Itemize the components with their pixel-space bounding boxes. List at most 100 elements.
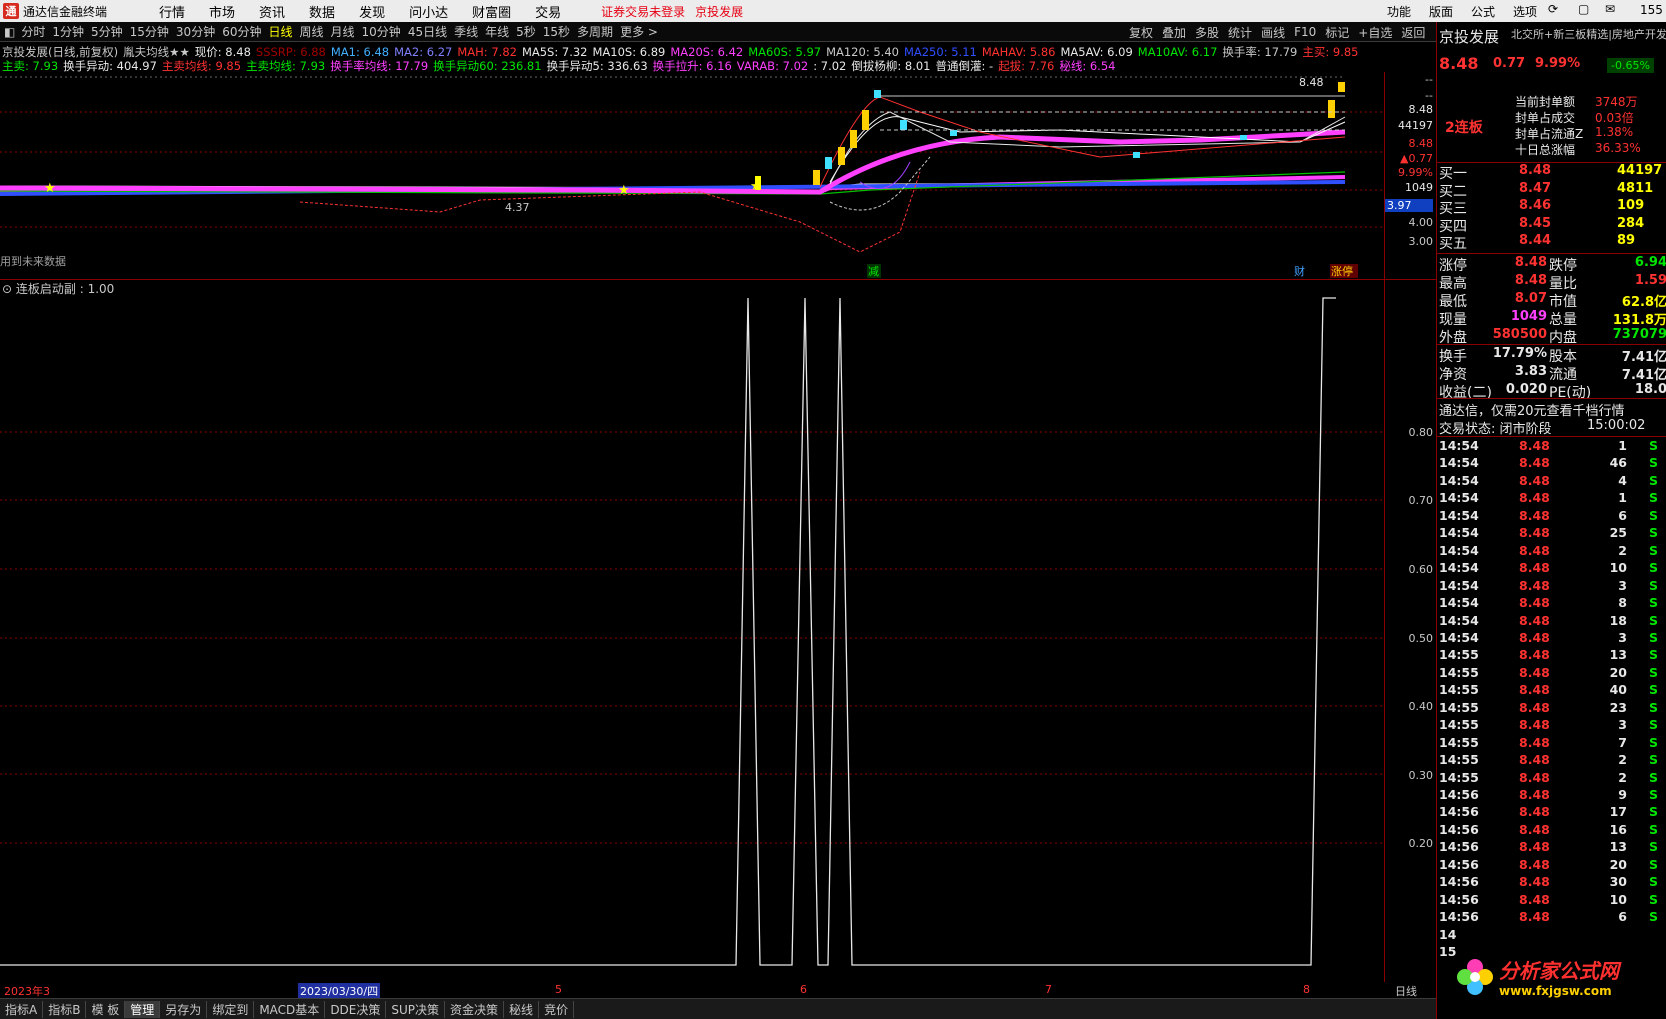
toolbar-3[interactable]: 统计 [1228, 24, 1252, 41]
stat-value: 62.8亿 [1621, 295, 1666, 310]
bottom-tab-0[interactable]: 指标A [0, 1000, 44, 1018]
layout-icon[interactable]: ◧ [4, 25, 15, 39]
bottom-tab-9[interactable]: 资金决策 [445, 1000, 505, 1018]
right-num: 155 [1640, 3, 1663, 17]
book-price: 8.44 [1519, 233, 1552, 248]
period-9[interactable]: 10分钟 [362, 23, 401, 40]
period-7[interactable]: 周线 [300, 23, 324, 40]
right-menu-1[interactable]: 版面 [1429, 3, 1453, 20]
menu-item-5[interactable]: 问小达 [409, 2, 448, 21]
info1-item: 京投发展(日线,前复权) [2, 45, 119, 58]
menu-item-6[interactable]: 财富圈 [472, 2, 511, 21]
toolbar-8[interactable]: 返回 [1401, 24, 1425, 41]
book-price: 8.45 [1519, 215, 1552, 231]
tick-row: 14:56 8.48 9 S [1437, 787, 1666, 804]
axis-label: 0.20 [1408, 837, 1434, 850]
trade-status-time: 15:00:02 [1587, 418, 1646, 433]
tick-volume: 13 [1609, 647, 1627, 663]
window-icon[interactable]: ▢ [1578, 2, 1589, 16]
tick-time: 14:55 [1439, 752, 1479, 768]
book-volume: 44197 [1617, 163, 1663, 178]
menu-item-0[interactable]: 行情 [159, 2, 185, 21]
seal-value: 0.03倍 [1595, 111, 1634, 125]
tick-price: 8.48 [1519, 699, 1550, 715]
tick-time: 14:54 [1439, 595, 1479, 611]
info1-item: 换手率: 17.79 [1222, 45, 1298, 58]
login-notice[interactable]: 证券交易未登录 [601, 3, 685, 20]
tick-row: 14:54 8.48 25 S [1437, 525, 1666, 542]
bottom-tab-1[interactable]: 指标B [43, 1000, 87, 1018]
bottom-tab-7[interactable]: DDE决策 [325, 1000, 387, 1018]
tick-time: 14:55 [1439, 717, 1479, 733]
mail-icon[interactable]: ✉ [1605, 2, 1615, 16]
seal-key: 封单占流通Z [1515, 127, 1584, 141]
info1-item: 现价: 8.48 [194, 45, 251, 58]
right-menu-3[interactable]: 选项 [1513, 3, 1537, 20]
bottom-tab-8[interactable]: SUP决策 [386, 1000, 446, 1018]
period-11[interactable]: 季线 [454, 23, 478, 40]
stat-key: 涨停 [1439, 258, 1467, 274]
menu-item-4[interactable]: 发现 [359, 2, 385, 21]
tick-row: 14:54 8.48 3 S [1437, 630, 1666, 647]
tick-side: S [1649, 490, 1659, 506]
tick-time: 14:54 [1439, 577, 1479, 593]
period-13[interactable]: 5秒 [516, 23, 536, 40]
watermark-site: 分析家公式网 [1499, 959, 1619, 983]
fund-value: 17.79% [1492, 346, 1547, 361]
kline-chart[interactable]: ★ ★ ★ 8.48 4.37 用到未来数据 减 财 涨停 [0, 72, 1385, 280]
period-6[interactable]: 日线 [268, 23, 292, 40]
period-15[interactable]: 多周期 [577, 23, 613, 40]
sub-indicator-chart[interactable] [0, 280, 1385, 980]
tick-price: 8.48 [1519, 769, 1550, 785]
stat-key: 最高 [1439, 276, 1467, 292]
tick-price: 8.48 [1519, 472, 1550, 488]
x-label: 5 [555, 983, 562, 996]
axis-label: -- [1425, 89, 1433, 102]
tick-price: 8.48 [1519, 560, 1550, 576]
right-menu-2[interactable]: 公式 [1471, 3, 1495, 20]
period-2[interactable]: 5分钟 [91, 23, 123, 40]
axis-label: 0.40 [1408, 700, 1434, 713]
fund-value: 3.83 [1514, 364, 1547, 379]
period-0[interactable]: 分时 [21, 23, 45, 40]
ad-link[interactable]: 通达信，仅需20元查看千档行情 [1439, 400, 1625, 419]
menu-item-2[interactable]: 资讯 [259, 2, 285, 21]
menu-item-1[interactable]: 市场 [209, 2, 235, 21]
bottom-tab-5[interactable]: 绑定到 [207, 1000, 255, 1018]
bottom-tab-2[interactable]: 模 板 [86, 1000, 126, 1018]
period-4[interactable]: 30分钟 [176, 23, 215, 40]
toolbar-4[interactable]: 画线 [1261, 24, 1285, 41]
tick-time: 14:55 [1439, 734, 1479, 750]
period-14[interactable]: 15秒 [543, 23, 570, 40]
menu-item-3[interactable]: 数据 [309, 2, 335, 21]
stat-value: 580500 [1492, 327, 1547, 342]
bottom-tab-10[interactable]: 秘线 [504, 1000, 540, 1018]
toolbar-1[interactable]: 叠加 [1162, 24, 1186, 41]
period-3[interactable]: 15分钟 [130, 23, 169, 40]
toolbar-0[interactable]: 复权 [1129, 24, 1153, 41]
tick-side: S [1649, 734, 1659, 750]
bottom-tab-4[interactable]: 另存为 [160, 1000, 208, 1018]
period-16[interactable]: 更多 > [620, 23, 658, 40]
period-8[interactable]: 月线 [331, 23, 355, 40]
fund-value: 0.020 [1505, 382, 1547, 397]
bottom-tab-3[interactable]: 管理 [125, 1000, 161, 1018]
info1-item: SSSRP: 6.88 [255, 45, 326, 58]
toolbar-5[interactable]: F10 [1294, 25, 1316, 39]
period-1[interactable]: 1分钟 [52, 23, 84, 40]
period-12[interactable]: 年线 [485, 23, 509, 40]
period-5[interactable]: 60分钟 [222, 23, 261, 40]
tick-price: 8.48 [1519, 874, 1550, 890]
toolbar-7[interactable]: +自选 [1358, 24, 1392, 41]
stock-tab[interactable]: 京投发展 [695, 3, 743, 20]
bottom-tab-11[interactable]: 竞价 [539, 1000, 575, 1018]
bottom-tab-6[interactable]: MACD基本 [254, 1000, 326, 1018]
period-10[interactable]: 45日线 [408, 23, 447, 40]
tick-volume: 20 [1609, 664, 1627, 680]
refresh-icon[interactable]: ⟳ [1548, 2, 1558, 16]
tick-side: S [1649, 595, 1659, 611]
toolbar-2[interactable]: 多股 [1195, 24, 1219, 41]
right-menu-0[interactable]: 功能 [1387, 3, 1411, 20]
toolbar-6[interactable]: 标记 [1325, 24, 1349, 41]
menu-item-7[interactable]: 交易 [535, 2, 561, 21]
